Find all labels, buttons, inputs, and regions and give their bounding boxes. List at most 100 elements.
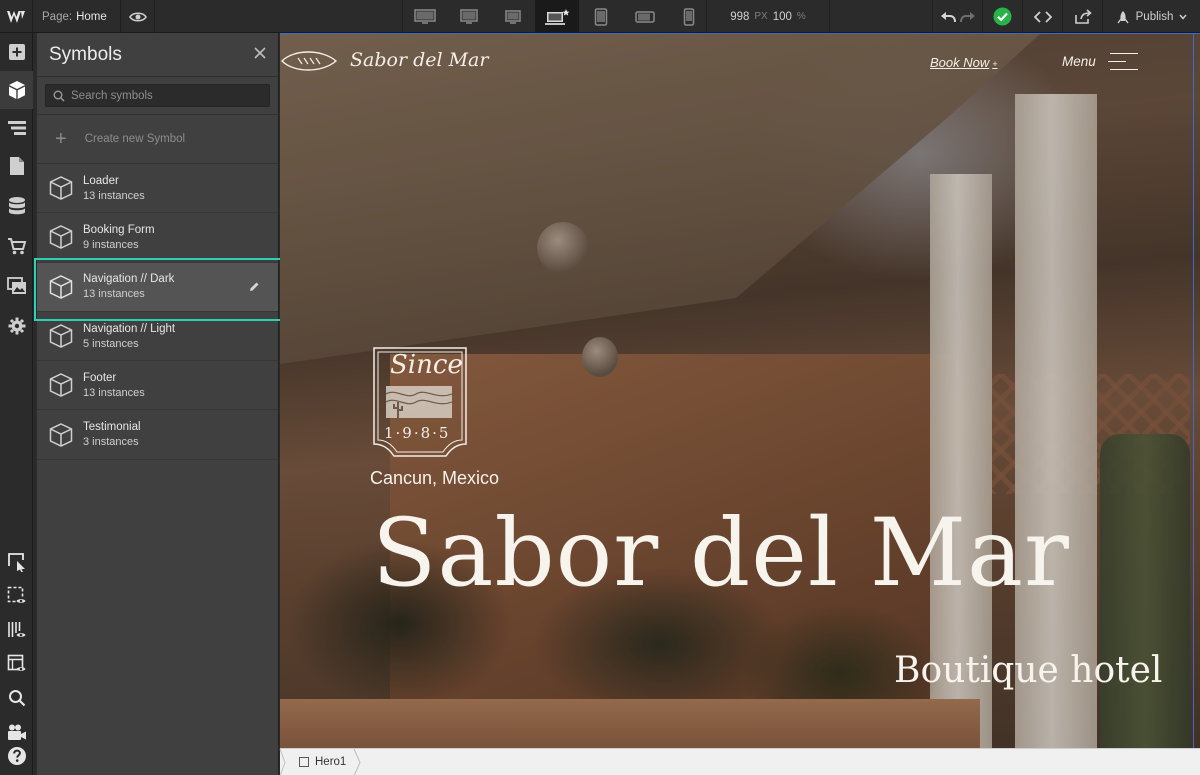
topbar-right-actions: Publish: [932, 0, 1200, 33]
help-icon[interactable]: [0, 737, 33, 775]
hero-title[interactable]: Sabor del Mar: [372, 502, 1070, 606]
element-breadcrumb-bar: Hero1: [279, 748, 1200, 775]
canvas-zoom-value: 100: [772, 10, 792, 23]
page-label: Page:: [42, 10, 73, 23]
preview-layout-icon[interactable]: [0, 645, 33, 683]
assets-images-icon[interactable]: [0, 267, 33, 305]
symbol-item-booking-form[interactable]: Booking Form 9 instances: [37, 213, 278, 263]
badge-year: 1·9·8·5: [384, 424, 451, 442]
symbol-instance-count: 3 instances: [83, 436, 139, 449]
redo-icon[interactable]: [959, 10, 976, 24]
symbols-panel: Symbols + Create new Symbol Loader 13 ins…: [37, 33, 279, 775]
hero-location[interactable]: Cancun, Mexico: [370, 468, 499, 489]
status-check-icon[interactable]: [982, 0, 1022, 33]
symbol-instance-count: 9 instances: [83, 238, 139, 251]
symbol-name: Navigation // Light: [83, 322, 176, 335]
panel-title: Symbols: [49, 43, 122, 65]
share-icon[interactable]: [1062, 0, 1102, 33]
desktop-xxl-breakpoint-icon[interactable]: [403, 0, 447, 33]
brand-fish-logo-icon[interactable]: [280, 50, 338, 77]
navigator-icon[interactable]: [0, 109, 33, 147]
symbols-cube-icon[interactable]: [0, 71, 33, 109]
mobile-portrait-breakpoint-icon[interactable]: [667, 0, 711, 33]
symbols-search-box[interactable]: [45, 84, 270, 107]
publish-button[interactable]: Publish: [1102, 0, 1200, 33]
settings-gear-icon[interactable]: [0, 307, 33, 345]
show-element-edges-icon[interactable]: [0, 577, 33, 615]
mobile-landscape-breakpoint-icon[interactable]: [623, 0, 667, 33]
ecommerce-cart-icon[interactable]: [0, 227, 33, 265]
nav-brand-name[interactable]: Sabor del Mar: [350, 49, 488, 71]
breadcrumb-chevron-icon: [353, 748, 361, 775]
create-symbol-label: Create new Symbol: [84, 133, 186, 145]
breakpoint-selector: [402, 0, 711, 33]
code-export-icon[interactable]: [1022, 0, 1062, 33]
canvas-zoom-unit: %: [796, 11, 806, 22]
add-elements-icon[interactable]: [0, 33, 33, 71]
tablet-breakpoint-icon[interactable]: [579, 0, 623, 33]
desktop-xl-breakpoint-icon[interactable]: [447, 0, 491, 33]
badge-script: Since: [390, 350, 463, 380]
symbol-item-navigation-dark[interactable]: Navigation // Dark 13 instances: [37, 262, 278, 312]
book-now-mark: +: [992, 59, 998, 69]
page-selector[interactable]: Page: Home: [33, 0, 121, 33]
symbol-name: Booking Form: [83, 223, 155, 236]
breadcrumb-label: Hero1: [315, 756, 347, 768]
symbol-instance-count: 13 instances: [83, 288, 145, 301]
symbol-item-loader[interactable]: Loader 13 instances: [37, 164, 278, 214]
pages-icon[interactable]: [0, 147, 33, 185]
desktop-l-breakpoint-icon[interactable]: [491, 0, 535, 33]
create-symbol-button[interactable]: + Create new Symbol: [37, 115, 278, 164]
cms-database-icon[interactable]: [0, 187, 33, 225]
hero-subtitle[interactable]: Boutique hotel: [894, 650, 1162, 691]
symbol-cube-icon: [47, 371, 75, 399]
desktop-base-breakpoint-icon[interactable]: [535, 0, 579, 33]
symbol-name: Loader: [83, 174, 119, 187]
menu-label[interactable]: Menu: [1062, 54, 1096, 69]
publish-label: Publish: [1135, 10, 1174, 23]
div-block-icon: [299, 757, 309, 767]
symbol-instance-count: 13 instances: [83, 189, 145, 202]
undo-icon[interactable]: [940, 10, 956, 24]
canvas-width-value: 998: [730, 10, 750, 23]
top-toolbar: Page: Home 998 PX 100 % Publish: [0, 0, 1200, 33]
symbol-name: Navigation // Dark: [83, 273, 175, 286]
book-now-link[interactable]: Book Now +: [930, 55, 998, 70]
hamburger-menu-icon[interactable]: [1108, 52, 1138, 74]
symbols-panel-header: Symbols: [37, 33, 278, 77]
symbol-cube-icon: [47, 174, 75, 202]
search-icon: [53, 90, 65, 102]
book-now-label: Book Now: [930, 55, 990, 70]
show-grid-overlay-icon[interactable]: [0, 611, 33, 649]
search-input[interactable]: [71, 89, 251, 102]
symbols-search-row: [37, 77, 278, 115]
rocket-icon: [1117, 10, 1129, 23]
webflow-logo-icon[interactable]: [0, 0, 33, 33]
symbol-item-footer[interactable]: Footer 13 instances: [37, 361, 278, 411]
select-element-icon[interactable]: [0, 543, 33, 581]
since-badge-stamp: Since 1·9·8·5: [370, 344, 470, 462]
edit-pencil-icon[interactable]: [248, 280, 260, 298]
breadcrumb-item-hero1[interactable]: Hero1: [287, 756, 346, 768]
symbol-instance-count: 13 instances: [83, 386, 145, 399]
symbol-instance-count: 5 instances: [83, 337, 139, 350]
chevron-down-icon: [1179, 14, 1187, 20]
preview-eye-icon[interactable]: [121, 0, 155, 33]
symbol-item-navigation-light[interactable]: Navigation // Light 5 instances: [37, 312, 278, 362]
symbol-name: Footer: [83, 371, 117, 384]
symbol-name: Testimonial: [83, 421, 141, 434]
close-icon[interactable]: [252, 45, 268, 61]
canvas-width-unit: PX: [754, 11, 768, 22]
left-icon-toolbar: [0, 33, 33, 775]
symbol-cube-icon: [47, 421, 75, 449]
canvas-edge-guide: [1193, 34, 1194, 748]
symbol-cube-icon: [47, 322, 75, 350]
symbol-item-testimonial[interactable]: Testimonial 3 instances: [37, 410, 278, 460]
symbol-cube-icon: [47, 223, 75, 251]
search-icon[interactable]: [0, 679, 33, 717]
plus-icon: +: [55, 128, 67, 150]
design-canvas[interactable]: Sabor del Mar Book Now + Menu Since 1·9·8…: [280, 33, 1200, 748]
canvas-size-readout[interactable]: 998 PX 100 %: [706, 0, 830, 33]
breadcrumb-chevron-icon: [279, 748, 286, 775]
page-name: Home: [76, 10, 107, 23]
